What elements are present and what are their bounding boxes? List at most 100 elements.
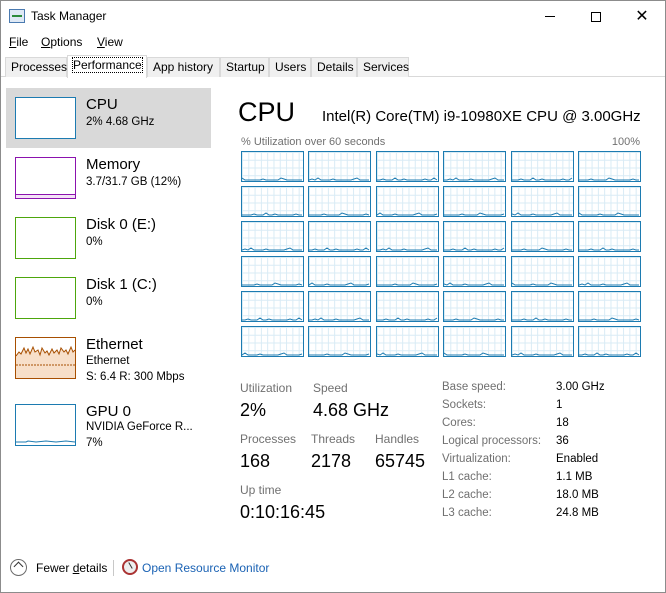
sidebar-item-gpu-0[interactable]: GPU 0 NVIDIA GeForce R... 7% [6,395,211,455]
logical-processor-graph [578,290,641,322]
utilization-line [376,177,438,181]
logical-processor-graph [443,290,507,322]
utilization-line [242,351,303,355]
spec-label: Logical processors: [442,435,542,447]
tab-processes[interactable]: Processes [5,57,67,77]
title-bar: Task Manager ✕ [1,1,665,32]
tab-details[interactable]: Details [311,57,357,77]
utilization-line [444,247,505,251]
utilization-line [309,212,370,216]
tab-performance[interactable]: Performance [67,55,147,78]
utilization-line [579,177,639,181]
utilization-line [579,212,639,216]
logical-processor-graph [510,220,574,252]
menu-file[interactable]: File [9,35,28,49]
maximize-button[interactable] [573,1,619,32]
graph-max-label: 100% [611,136,640,148]
utilization-line [511,316,572,321]
menu-view[interactable]: View [97,35,123,49]
utilization-line [242,177,302,181]
logical-processor-graph [308,290,372,322]
task-manager-icon [9,9,25,23]
sidebar-item-subtitle: Ethernet [86,355,130,367]
logical-processor-graph [510,255,574,287]
sidebar-item-title: Memory [86,156,141,173]
logical-processor-graph [443,151,507,182]
menu-options[interactable]: Options [41,35,82,49]
sidebar-item-disk-1[interactable]: Disk 1 (C:) 0% [6,268,211,328]
spec-label: Virtualization: [442,453,511,465]
sidebar-item-title: GPU 0 [86,403,132,420]
tab-label: Services [363,60,410,74]
sidebar-item-cpu[interactable]: CPU 2% 4.68 GHz [6,88,211,148]
tab-users[interactable]: Users [269,57,311,77]
utilization-line [376,351,437,356]
utilization-line [242,282,303,286]
logical-processor-graph [241,290,304,322]
logical-processor-graph [241,255,304,287]
minimize-icon [545,16,555,17]
sidebar-item-ethernet[interactable]: Ethernet Ethernet S: 6.4 R: 300 Mbps [6,328,211,388]
logical-processor-graph [375,220,439,252]
utilization-line [376,316,438,321]
logical-processor-graph [578,255,641,287]
disk-thumbnail-graph [15,217,76,259]
sidebar-item-subtitle: NVIDIA GeForce R... [86,421,193,433]
resource-sidebar: CPU 2% 4.68 GHz Memory 3.7/31.7 GB (12%)… [6,88,211,538]
logical-processor-graph [308,325,372,357]
utilization-line [242,247,302,251]
sidebar-item-title: CPU [86,96,118,113]
utilization-line [444,282,505,286]
utilization-line [242,212,302,216]
tab-services[interactable]: Services [357,57,409,77]
utilization-line [579,282,639,286]
sidebar-item-memory[interactable]: Memory 3.7/31.7 GB (12%) [6,148,211,208]
logical-processor-graph [375,185,439,217]
spec-label: Sockets: [442,399,487,411]
cpu-detail-pane: CPU Intel(R) Core(TM) i9-10980XE CPU @ 3… [216,79,665,539]
utilization-line [242,316,303,321]
logical-processor-graphs [241,151,641,357]
window-title: Task Manager [31,9,107,23]
tab-startup[interactable]: Startup [220,57,269,77]
logical-processor-graph [578,220,641,252]
sidebar-item-subtitle: 0% [86,236,103,248]
processes-value: 168 [240,451,271,471]
logical-processor-graph [510,185,574,217]
handles-label: Handles [375,432,420,446]
logical-processor-graph [510,290,574,322]
tab-bar: Processes Performance App history Startu… [1,55,665,78]
sidebar-item-title: Disk 1 (C:) [86,276,157,293]
sidebar-item-disk-0[interactable]: Disk 0 (E:) 0% [6,208,211,268]
utilization-line [511,247,572,251]
logical-processor-graph [375,151,439,182]
fewer-details-link[interactable]: Fewer details [36,561,107,575]
graph-caption: % Utilization over 60 seconds [241,136,386,148]
tab-label: Details [317,60,354,74]
tab-label: Users [275,60,307,74]
logical-processor-graph [510,151,574,182]
utilization-line [309,247,370,251]
spec-value: 18 [556,417,569,429]
logical-processor-graph [308,255,372,287]
spec-label: Base speed: [442,381,506,393]
threads-label: Threads [311,432,356,446]
tab-app-history[interactable]: App history [147,57,220,77]
spec-value: 36 [556,435,569,447]
logical-processor-graph [375,325,439,357]
cpu-thumbnail-graph [15,97,76,139]
sidebar-item-title: Disk 0 (E:) [86,216,157,233]
logical-processor-graph [241,151,304,182]
utilization-label: Utilization [240,381,293,395]
cpu-model-name: Intel(R) Core(TM) i9-10980XE CPU @ 3.00G… [322,108,641,125]
tab-label: Processes [11,60,68,74]
speed-label: Speed [313,381,348,395]
utilization-line [444,212,505,216]
open-resource-monitor-link[interactable]: Open Resource Monitor [142,561,269,575]
logical-processor-graph [241,220,304,252]
minimize-button[interactable] [527,1,573,32]
utilization-line [376,212,437,216]
logical-processor-graph [308,151,372,182]
close-button[interactable]: ✕ [619,1,665,32]
chevron-up-icon[interactable] [10,559,27,576]
